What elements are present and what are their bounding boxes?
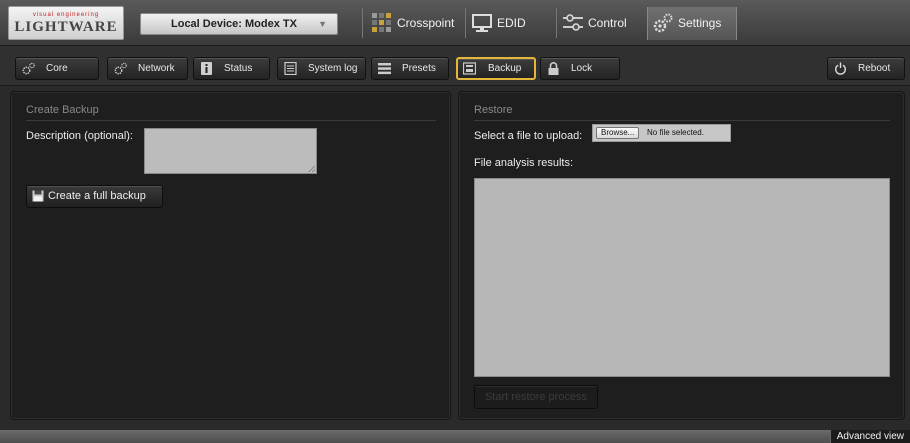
tab-settings[interactable]: Settings bbox=[647, 7, 737, 40]
create-backup-panel: Create Backup Description (optional): Cr… bbox=[10, 91, 451, 420]
settings-toolbar: Core Network Status System log Presets B… bbox=[0, 46, 910, 86]
top-navigation-bar: visual engineering LIGHTWARE Local Devic… bbox=[0, 0, 910, 46]
network-button[interactable]: Network bbox=[107, 57, 188, 80]
sliders-icon bbox=[563, 14, 583, 31]
core-button[interactable]: Core bbox=[15, 57, 99, 80]
lightware-logo: visual engineering LIGHTWARE bbox=[8, 6, 124, 40]
analysis-label: File analysis results: bbox=[474, 157, 574, 169]
description-textarea[interactable] bbox=[144, 128, 317, 174]
resize-handle-icon[interactable] bbox=[308, 165, 315, 172]
logo-tagline: visual engineering bbox=[32, 12, 100, 18]
tab-divider bbox=[556, 8, 557, 38]
panel-divider bbox=[26, 120, 436, 121]
chevron-down-icon: ▼ bbox=[318, 19, 327, 29]
start-restore-button[interactable]: Start restore process bbox=[474, 385, 598, 409]
restore-title: Restore bbox=[474, 104, 513, 116]
file-status-text: No file selected. bbox=[647, 128, 704, 137]
power-icon bbox=[835, 62, 846, 75]
lock-button-label: Lock bbox=[571, 63, 593, 74]
tab-control-label: Control bbox=[588, 16, 627, 30]
analysis-results-box[interactable] bbox=[474, 178, 890, 377]
upload-label: Select a file to upload: bbox=[474, 130, 583, 142]
info-icon bbox=[201, 62, 212, 75]
gears-icon bbox=[22, 62, 35, 75]
status-button[interactable]: Status bbox=[193, 57, 270, 80]
tab-settings-label: Settings bbox=[678, 16, 722, 30]
description-label: Description (optional): bbox=[26, 130, 133, 142]
create-backup-title: Create Backup bbox=[26, 104, 99, 116]
gears-icon bbox=[114, 62, 127, 75]
core-button-label: Core bbox=[46, 63, 68, 74]
backup-button-label: Backup bbox=[488, 63, 522, 74]
gears-icon bbox=[653, 13, 673, 33]
logo-brand: LIGHTWARE bbox=[14, 19, 118, 35]
presets-button-label: Presets bbox=[402, 63, 436, 74]
device-selector-label: Local Device: Modex TX bbox=[171, 18, 297, 30]
status-bar bbox=[0, 430, 910, 443]
restore-panel: Restore Select a file to upload: Browse.… bbox=[458, 91, 905, 420]
status-button-label: Status bbox=[224, 63, 253, 74]
list-icon bbox=[378, 63, 391, 75]
floppy-disk-icon bbox=[32, 190, 44, 202]
tab-crosspoint-label: Crosspoint bbox=[397, 16, 455, 30]
tab-edid[interactable]: EDID bbox=[467, 7, 553, 40]
reboot-button-label: Reboot bbox=[858, 63, 891, 74]
file-upload-input[interactable]: Browse... No file selected. bbox=[592, 124, 731, 142]
panel-divider bbox=[474, 120, 890, 121]
tab-control[interactable]: Control bbox=[558, 7, 644, 40]
create-full-backup-button[interactable]: Create a full backup bbox=[26, 185, 163, 208]
system-log-button[interactable]: System log bbox=[277, 57, 366, 80]
advanced-view-button[interactable]: Advanced view bbox=[829, 430, 910, 443]
presets-button[interactable]: Presets bbox=[371, 57, 449, 80]
tab-divider bbox=[362, 8, 363, 38]
network-button-label: Network bbox=[138, 63, 175, 74]
tab-edid-label: EDID bbox=[497, 16, 526, 30]
lock-button[interactable]: Lock bbox=[540, 57, 620, 80]
lock-icon bbox=[548, 62, 559, 75]
backup-icon bbox=[463, 62, 476, 75]
document-icon bbox=[284, 62, 297, 75]
tab-crosspoint[interactable]: Crosspoint bbox=[367, 7, 463, 40]
reboot-button[interactable]: Reboot bbox=[827, 57, 905, 80]
create-full-backup-label: Create a full backup bbox=[48, 190, 146, 202]
device-selector-dropdown[interactable]: Local Device: Modex TX ▼ bbox=[140, 13, 338, 35]
crosspoint-grid-icon bbox=[372, 13, 391, 32]
tab-divider bbox=[465, 8, 466, 38]
monitor-icon bbox=[472, 14, 492, 32]
backup-button[interactable]: Backup bbox=[456, 57, 536, 80]
browse-button[interactable]: Browse... bbox=[596, 127, 640, 139]
system-log-button-label: System log bbox=[308, 63, 358, 74]
